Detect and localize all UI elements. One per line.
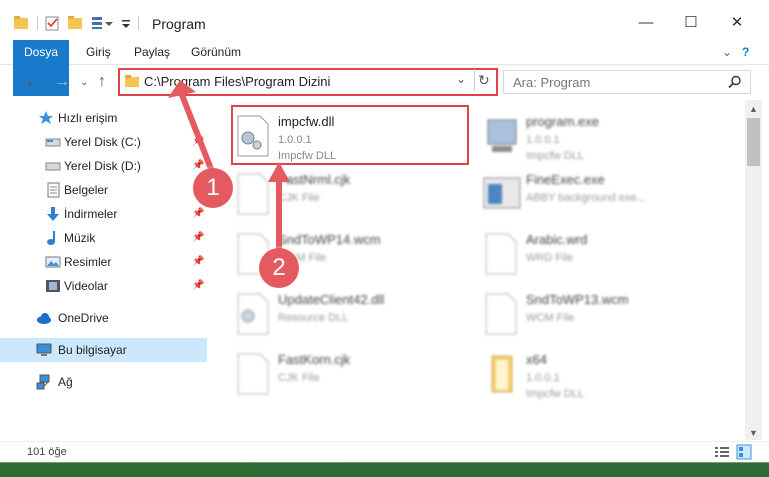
sidebar-item-music[interactable]: Müzik 📌 (0, 226, 207, 250)
search-icon[interactable] (728, 75, 742, 89)
pin-icon[interactable]: 📌 (192, 208, 204, 219)
callout-badge-2: 2 (259, 248, 299, 288)
documents-icon (47, 182, 60, 198)
scroll-up-icon[interactable]: ▲ (749, 104, 758, 114)
scroll-down-icon[interactable]: ▼ (749, 428, 758, 438)
navigation-pane: Hızlı erişim Yerel Disk (C:) 📌 Yerel Dis… (0, 100, 207, 440)
download-icon (47, 207, 59, 221)
folder-icon (491, 355, 513, 393)
sidebar-item-videos[interactable]: Videolar 📌 (0, 274, 207, 298)
pin-icon[interactable]: 📌 (192, 136, 204, 147)
folder-icon (125, 75, 139, 87)
up-arrow-icon[interactable]: ↑ (98, 73, 106, 91)
file-icon (237, 353, 269, 395)
scrollbar-thumb[interactable] (747, 118, 760, 166)
tab-view[interactable]: Görünüm (191, 40, 241, 64)
file-item-fastkorn-cjk[interactable]: FastKorn.cjk CJK File (234, 346, 474, 402)
computer-icon (36, 343, 52, 356)
file-item-sndtowp13-wcm[interactable]: SndToWP13.wcm WCM File (482, 286, 722, 342)
dll-file-icon (237, 293, 269, 335)
sidebar-item-pictures[interactable]: Resimler 📌 (0, 250, 207, 274)
search-placeholder: Ara: Program (513, 75, 591, 90)
back-arrow-icon[interactable]: ← (24, 73, 40, 91)
pictures-icon (45, 256, 61, 268)
address-dropdown-icon[interactable]: ⌄ (456, 72, 466, 86)
recent-locations-icon[interactable]: ⌄ (80, 77, 88, 88)
address-path: C:\Program Files\Program Dizini (144, 74, 331, 89)
dropdown-icon[interactable] (122, 20, 130, 28)
title-bar: Program — ☐ ✕ (0, 0, 769, 40)
quick-access-toolbar (14, 16, 139, 31)
minimize-button[interactable]: — (623, 8, 669, 38)
sidebar-item-downloads[interactable]: İndirmeler 📌 (0, 202, 207, 226)
new-folder-icon[interactable] (68, 16, 82, 29)
drive-icon (45, 138, 61, 147)
status-bar: 101 öğe (0, 441, 769, 463)
sidebar-item-documents[interactable]: Belgeler 📌 (0, 178, 207, 202)
properties-icon[interactable] (45, 16, 59, 31)
file-item-fineexec-exe[interactable]: FineExec.exe ABBY background exe... (482, 166, 722, 222)
maximize-button[interactable]: ☐ (668, 8, 714, 38)
video-icon (46, 280, 60, 292)
forward-arrow-icon[interactable]: → (54, 73, 70, 91)
refresh-icon[interactable]: ↻ (478, 72, 490, 89)
address-divider (474, 69, 475, 91)
file-item-fastnrml-cjk[interactable]: FastNrml.cjk CJK File (234, 166, 474, 222)
file-icon (485, 233, 517, 275)
tab-share[interactable]: Paylaş (134, 40, 170, 64)
file-item-updateclient42-dll[interactable]: UpdateClient42.dll Resource DLL (234, 286, 474, 342)
sidebar-item-onedrive[interactable]: OneDrive (0, 306, 207, 330)
sidebar-item-network[interactable]: Ağ (0, 370, 207, 394)
window-title: Program (152, 16, 206, 32)
vertical-scrollbar[interactable]: ▲ ▼ (745, 100, 762, 440)
details-view-icon[interactable] (714, 445, 730, 459)
music-icon (47, 231, 55, 245)
cloud-icon (37, 313, 51, 324)
explorer-window: Program — ☐ ✕ Dosya Giriş Paylaş Görünüm… (0, 0, 769, 462)
sidebar-item-this-pc[interactable]: Bu bilgisayar (0, 338, 207, 362)
customize-toolbar-icon[interactable] (92, 17, 113, 29)
tiles-view-icon[interactable] (736, 444, 752, 460)
expand-ribbon-icon[interactable]: ⌄ (722, 40, 732, 64)
sidebar-item-local-disk-d[interactable]: Yerel Disk (D:) 📌 (0, 154, 207, 178)
file-icon (485, 293, 517, 335)
address-bar[interactable]: C:\Program Files\Program Dizini ⌄ ↻ (118, 68, 498, 96)
exe-file-icon (487, 119, 517, 152)
sidebar-item-quick-access[interactable]: Hızlı erişim (0, 106, 207, 130)
callout-badge-1: 1 (193, 168, 233, 208)
file-item-arabic-wrd[interactable]: Arabic.wrd WRD File (482, 226, 722, 282)
pin-icon[interactable]: 📌 (192, 256, 204, 267)
pin-icon[interactable]: 📌 (192, 160, 204, 171)
tab-home[interactable]: Giriş (86, 40, 111, 64)
file-icon (237, 173, 269, 215)
help-icon[interactable]: ? (742, 40, 749, 64)
pin-icon[interactable]: 📌 (192, 280, 204, 291)
close-button[interactable]: ✕ (714, 8, 760, 38)
star-icon (39, 111, 53, 124)
sidebar-item-local-disk-c[interactable]: Yerel Disk (C:) 📌 (0, 130, 207, 154)
search-input[interactable]: Ara: Program (503, 70, 751, 94)
file-item-program-exe[interactable]: program.exe 1.0.0.1 Impcfw DLL (482, 108, 722, 164)
network-icon (36, 374, 50, 390)
file-highlight-box (231, 105, 469, 165)
file-item-x64[interactable]: x64 1.0.0.1 Impcfw DLL (482, 346, 722, 402)
folder-icon (14, 16, 28, 29)
drive-icon (45, 162, 61, 171)
ribbon-tabs: Dosya Giriş Paylaş Görünüm ⌄ ? (0, 40, 769, 96)
pin-icon[interactable]: 📌 (192, 232, 204, 243)
item-count: 101 öğe (27, 446, 67, 458)
navigation-bar: ← → ⌄ ↑ C:\Program Files\Program Dizini … (0, 65, 769, 99)
exe-file-icon (483, 177, 521, 209)
